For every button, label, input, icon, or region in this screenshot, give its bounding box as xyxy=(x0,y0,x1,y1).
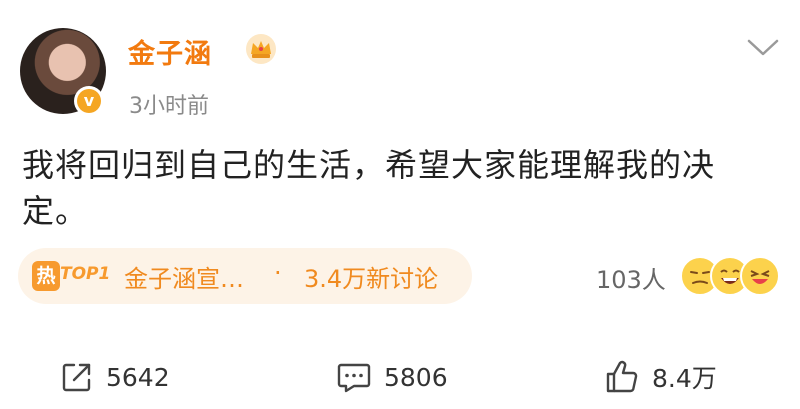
action-bar: 5642 5806 8.4万 xyxy=(0,352,800,402)
comment-icon xyxy=(337,363,371,393)
topic-title: 金子涵宣… xyxy=(124,265,244,293)
share-button[interactable]: 5642 xyxy=(60,352,170,402)
grin-emoji xyxy=(740,256,780,296)
post-content: 我将回归到自己的生活，希望大家能理解我的决定。 xyxy=(22,146,716,230)
top-rank-badge: TOP1 xyxy=(60,264,111,284)
hot-icon: 热 xyxy=(32,261,60,291)
chevron-down-icon[interactable] xyxy=(746,38,780,58)
reaction-emojis[interactable] xyxy=(680,256,780,296)
topic-separator: · xyxy=(274,259,282,287)
like-count: 8.4万 xyxy=(652,364,717,393)
author-name[interactable]: 金子涵 xyxy=(128,32,212,71)
comment-count: 5806 xyxy=(384,362,448,392)
crown-icon xyxy=(246,34,276,64)
post-time: 3小时前 xyxy=(129,94,209,119)
topic-discussion-count: 3.4万新讨论 xyxy=(304,265,439,293)
comment-button[interactable]: 5806 xyxy=(336,352,448,402)
like-button[interactable]: 8.4万 xyxy=(604,352,717,402)
hot-topic-pill[interactable]: 热 TOP1 金子涵宣… · 3.4万新讨论 xyxy=(18,248,472,304)
share-icon xyxy=(62,363,91,392)
reaction-people-count[interactable]: 103人 xyxy=(596,260,666,295)
verified-badge: v xyxy=(74,86,104,116)
thumbs-up-icon xyxy=(606,360,638,393)
share-count: 5642 xyxy=(106,362,170,392)
verified-v-icon: v xyxy=(77,89,101,113)
